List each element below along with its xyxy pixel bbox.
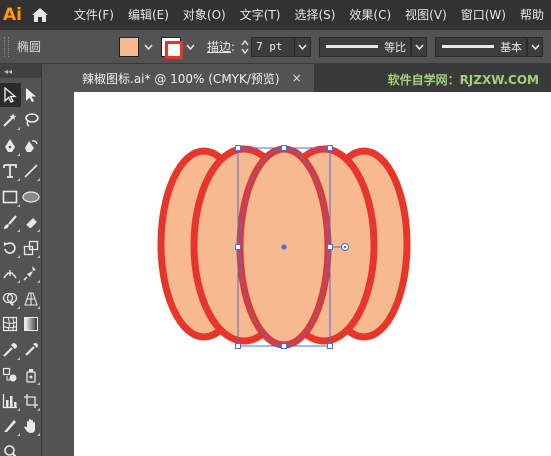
stroke-swatch[interactable] bbox=[161, 36, 183, 59]
perspective-grid-tool-icon[interactable] bbox=[21, 287, 42, 311]
main-menu: 文件(F) 编辑(E) 对象(O) 文字(T) 选择(S) 效果(C) 视图(V… bbox=[67, 0, 551, 30]
slice-tool-icon[interactable] bbox=[0, 414, 21, 438]
pen-tool-icon[interactable] bbox=[0, 134, 21, 158]
scale-tool-icon[interactable] bbox=[21, 236, 42, 260]
menu-help[interactable]: 帮助 bbox=[513, 0, 551, 30]
rectangle-tool-icon[interactable] bbox=[0, 185, 21, 209]
handle-top-right[interactable] bbox=[327, 145, 333, 151]
profile-line-preview bbox=[326, 45, 379, 48]
toolbox-collapse[interactable]: ◂◂ bbox=[0, 64, 41, 78]
profile-label: 等比 bbox=[384, 40, 407, 54]
brush-label: 基本 bbox=[500, 40, 523, 54]
menu-file[interactable]: 文件(F) bbox=[67, 0, 121, 30]
menu-window[interactable]: 窗口(W) bbox=[454, 0, 513, 30]
blend-tool-icon[interactable] bbox=[0, 363, 21, 387]
menu-type[interactable]: 文字(T) bbox=[233, 0, 288, 30]
eyedropper-tool-icon[interactable] bbox=[0, 338, 21, 362]
puppet-warp-tool-icon[interactable] bbox=[21, 261, 42, 285]
magic-wand-tool-icon[interactable] bbox=[0, 108, 21, 132]
document-tab[interactable]: 辣椒图标.ai* @ 100% (CMYK/预览) × bbox=[74, 64, 314, 92]
direct-selection-tool-icon[interactable] bbox=[21, 83, 42, 107]
lasso-tool-icon[interactable] bbox=[21, 108, 42, 132]
handle-middle-right[interactable] bbox=[327, 244, 333, 250]
artboard-tool-icon[interactable] bbox=[21, 389, 42, 413]
column-graph-tool-icon[interactable] bbox=[0, 389, 21, 413]
stroke-label[interactable]: 描边 bbox=[207, 38, 231, 55]
brush-definition[interactable]: 基本 bbox=[435, 36, 528, 57]
handle-bottom-center[interactable] bbox=[281, 343, 287, 349]
panel-grip[interactable] bbox=[4, 36, 9, 57]
paintbrush-tool-icon[interactable] bbox=[0, 210, 21, 234]
artboard-canvas[interactable] bbox=[74, 92, 551, 456]
hand-tool-icon[interactable] bbox=[21, 414, 42, 438]
pumpkin-artwork[interactable] bbox=[74, 92, 551, 456]
center-point bbox=[281, 244, 287, 250]
ellipse-tool-icon[interactable] bbox=[21, 185, 42, 209]
type-tool-icon[interactable] bbox=[0, 159, 21, 183]
menu-bar: Ai 文件(F) 编辑(E) 对象(O) 文字(T) 选择(S) 效果(C) 视… bbox=[0, 0, 551, 30]
handle-bottom-right[interactable] bbox=[327, 343, 333, 349]
selected-object-type: 椭圆 bbox=[17, 40, 42, 54]
watermark-text: 软件自学网：RJZXW.COM bbox=[387, 73, 539, 87]
toolbox-panel: ◂◂ bbox=[0, 64, 42, 456]
document-tab-title[interactable]: 辣椒图标.ai* @ 100% (CMYK/预览) bbox=[82, 70, 280, 87]
menu-edit[interactable]: 编辑(E) bbox=[121, 0, 176, 30]
stroke-weight-spinner-icon[interactable] bbox=[239, 37, 251, 57]
gradient-tool-icon[interactable] bbox=[21, 312, 42, 336]
line-segment-tool-icon[interactable] bbox=[21, 159, 42, 183]
close-icon[interactable]: × bbox=[292, 71, 302, 85]
handle-middle-left[interactable] bbox=[235, 244, 241, 250]
zoom-tool-icon[interactable] bbox=[0, 440, 21, 456]
menu-object[interactable]: 对象(O) bbox=[176, 0, 233, 30]
menu-select[interactable]: 选择(S) bbox=[287, 0, 342, 30]
stroke-dropdown-icon[interactable] bbox=[183, 37, 197, 57]
mesh-tool-icon[interactable] bbox=[0, 312, 21, 336]
fill-swatch[interactable] bbox=[119, 36, 139, 57]
stroke-label-colon: : bbox=[231, 39, 236, 54]
home-icon[interactable] bbox=[25, 0, 55, 30]
shape-builder-tool-icon[interactable] bbox=[0, 287, 21, 311]
variable-width-profile[interactable]: 等比 bbox=[319, 36, 412, 57]
symbol-sprayer-tool-icon[interactable] bbox=[21, 363, 42, 387]
menu-view[interactable]: 视图(V) bbox=[398, 0, 454, 30]
toolbox-gap bbox=[42, 64, 74, 456]
profile-dropdown-icon[interactable] bbox=[411, 36, 428, 57]
handle-top-center[interactable] bbox=[281, 145, 287, 151]
brush-dropdown-icon[interactable] bbox=[527, 36, 544, 57]
width-tool-icon[interactable] bbox=[0, 261, 21, 285]
stroke-weight-input[interactable]: 7 pt bbox=[251, 36, 296, 57]
fill-dropdown-icon[interactable] bbox=[141, 37, 155, 57]
handle-top-left[interactable] bbox=[235, 145, 241, 151]
brush-line-preview bbox=[442, 45, 495, 48]
measure-tool-icon[interactable] bbox=[21, 338, 42, 362]
app-logo[interactable]: Ai bbox=[0, 0, 25, 30]
control-bar: 椭圆 描边 : 7 pt 等比 基本 bbox=[0, 30, 551, 64]
menu-effect[interactable]: 效果(C) bbox=[342, 0, 398, 30]
selection-tool-icon[interactable] bbox=[0, 82, 21, 107]
document-tab-bar: 辣椒图标.ai* @ 100% (CMYK/预览) × 软件自学网：RJZXW.… bbox=[74, 64, 551, 92]
stroke-weight-dropdown-icon[interactable] bbox=[295, 36, 312, 57]
curvature-tool-icon[interactable] bbox=[21, 134, 42, 158]
eraser-tool-icon[interactable] bbox=[21, 210, 42, 234]
handle-bottom-left[interactable] bbox=[235, 343, 241, 349]
rotate-tool-icon[interactable] bbox=[0, 236, 21, 260]
